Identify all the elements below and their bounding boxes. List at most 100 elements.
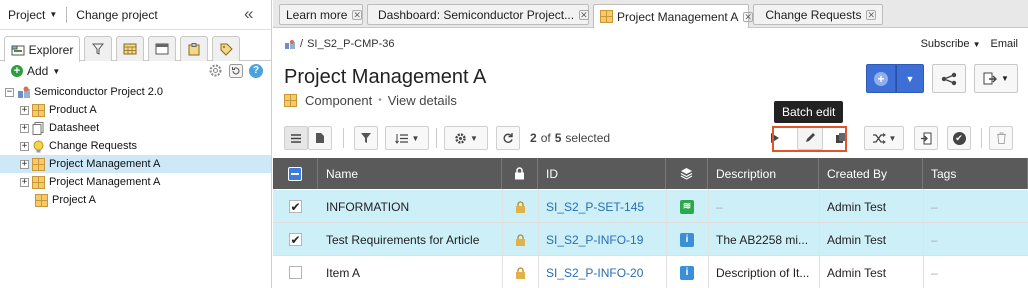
- info-type-icon: i: [680, 232, 694, 247]
- settings-icon[interactable]: [208, 63, 223, 78]
- tree-item-label: Project Management A: [49, 158, 161, 170]
- tab-learn-more[interactable]: Learn more ✕: [279, 4, 363, 25]
- tab-filter[interactable]: [84, 36, 112, 61]
- email-link[interactable]: Email: [990, 38, 1018, 50]
- left-tools: ?: [208, 63, 263, 78]
- selection-suffix: selected: [565, 131, 611, 145]
- filter-button[interactable]: [354, 126, 378, 150]
- tab-dashboard[interactable]: Dashboard: Semiconductor Project... ✕: [367, 4, 589, 25]
- selection-of: of: [540, 131, 551, 145]
- tab-project-management[interactable]: Project Management A ✕: [593, 4, 753, 28]
- expand-toggle-icon[interactable]: +: [20, 141, 29, 151]
- expand-toggle-icon[interactable]: +: [20, 177, 29, 187]
- delete-button[interactable]: [989, 126, 1013, 150]
- tab-calendar[interactable]: [116, 36, 144, 61]
- view-details-link[interactable]: View details: [388, 93, 457, 108]
- row-checkbox[interactable]: ✔: [289, 233, 302, 247]
- tab-tags[interactable]: [212, 36, 240, 61]
- close-icon[interactable]: ✕: [866, 9, 876, 20]
- close-icon[interactable]: ✕: [579, 9, 589, 20]
- row-checkbox-cell[interactable]: ✔: [273, 223, 318, 256]
- list-view-button[interactable]: [284, 126, 308, 150]
- tree-item-selected[interactable]: + Project Management A: [0, 155, 271, 173]
- cell-name[interactable]: INFORMATION: [318, 190, 502, 223]
- relationship-icon: [941, 72, 957, 85]
- column-header-type[interactable]: [666, 158, 708, 189]
- component-icon: [32, 157, 45, 171]
- expand-toggle-icon[interactable]: +: [20, 123, 29, 133]
- add-button[interactable]: +: [866, 64, 896, 93]
- explorer-icon: [11, 45, 25, 55]
- close-icon[interactable]: ✕: [352, 9, 362, 20]
- column-divider: [502, 189, 503, 288]
- collapse-toggle-icon[interactable]: −: [5, 87, 14, 97]
- project-menu[interactable]: Project ▼: [8, 8, 57, 22]
- cell-id[interactable]: SI_S2_P-INFO-20: [538, 256, 666, 288]
- relationships-button[interactable]: [932, 64, 966, 93]
- refresh-button[interactable]: [496, 126, 520, 150]
- component-icon: [284, 94, 297, 107]
- tree-item[interactable]: − Semiconductor Project 2.0: [0, 83, 271, 101]
- subscribe-label: Subscribe: [920, 38, 970, 50]
- tree-item[interactable]: + Change Requests: [0, 137, 271, 155]
- import-button[interactable]: [914, 126, 938, 150]
- select-all-checkbox-cell[interactable]: [273, 158, 318, 189]
- breadcrumb-separator: /: [300, 38, 304, 50]
- cell-name[interactable]: Item A: [318, 256, 502, 288]
- row-checkbox-cell[interactable]: [273, 256, 318, 288]
- subscribe-menu[interactable]: Subscribe ▼: [921, 38, 981, 50]
- move-button[interactable]: ▼: [864, 126, 904, 150]
- cell-id[interactable]: SI_S2_P-INFO-19: [538, 223, 666, 256]
- change-project-link[interactable]: Change project: [76, 8, 157, 22]
- close-icon[interactable]: ✕: [743, 11, 753, 22]
- tree-item[interactable]: + Datasheet: [0, 119, 271, 137]
- clipboard-icon: [188, 42, 200, 55]
- approve-button[interactable]: ✔: [947, 126, 971, 150]
- expand-toggle-icon[interactable]: +: [20, 159, 29, 169]
- chevron-down-icon: ▼: [49, 10, 58, 19]
- column-header-name[interactable]: Name: [318, 158, 502, 189]
- column-header-id[interactable]: ID: [538, 158, 666, 189]
- refresh-icon: [503, 133, 513, 143]
- divider: [343, 128, 344, 148]
- select-all-checkbox[interactable]: [288, 166, 302, 181]
- document-view-button[interactable]: [308, 126, 332, 150]
- help-icon[interactable]: ?: [249, 63, 263, 78]
- settings-button[interactable]: ▼: [444, 126, 488, 150]
- cell-id[interactable]: SI_S2_P-SET-145: [538, 190, 666, 223]
- collapse-panel-icon[interactable]: «: [244, 4, 254, 24]
- table-row[interactable]: ✔ Test Requirements for Article SI_S2_P-…: [273, 223, 1028, 256]
- divider: [981, 128, 982, 148]
- column-header-created-by[interactable]: Created By: [819, 158, 923, 189]
- tree-item[interactable]: + Project Management A: [0, 173, 271, 191]
- expand-toggle-icon[interactable]: +: [20, 105, 29, 115]
- tab-window[interactable]: [148, 36, 176, 61]
- row-checkbox[interactable]: [289, 266, 302, 279]
- column-header-lock[interactable]: [502, 158, 538, 189]
- breadcrumb: / SI_S2_P-CMP-36: [284, 38, 395, 50]
- refresh-icon[interactable]: [229, 63, 243, 78]
- tree-item[interactable]: + Product A: [0, 101, 271, 119]
- shuffle-icon: [872, 132, 886, 144]
- cell-name[interactable]: Test Requirements for Article: [318, 223, 502, 256]
- tab-clipboard[interactable]: [180, 36, 208, 61]
- table-row[interactable]: ✔ INFORMATION SI_S2_P-SET-145 ≋ – Admin …: [273, 190, 1028, 223]
- breadcrumb-item[interactable]: SI_S2_P-CMP-36: [307, 38, 394, 50]
- add-dropdown-button[interactable]: ▼: [896, 64, 924, 93]
- column-header-description[interactable]: Description: [708, 158, 819, 189]
- tab-explorer[interactable]: Explorer: [4, 36, 80, 62]
- project-menu-label: Project: [8, 7, 46, 22]
- item-type-label: Component: [305, 93, 373, 108]
- table-row[interactable]: Item A SI_S2_P-INFO-20 i Description of …: [273, 256, 1028, 288]
- document-icon: [32, 121, 44, 135]
- add-button[interactable]: + Add ▼: [11, 64, 60, 78]
- main-content: / SI_S2_P-CMP-36 Subscribe ▼ Email Proje…: [273, 28, 1028, 288]
- tab-change-requests[interactable]: Change Requests ✕: [753, 4, 883, 25]
- sort-button[interactable]: ▼: [385, 126, 429, 150]
- list-icon: [291, 133, 301, 143]
- export-button[interactable]: ▼: [974, 64, 1018, 93]
- column-header-tags[interactable]: Tags: [923, 158, 1028, 189]
- tree-item[interactable]: Project A: [0, 191, 271, 209]
- row-checkbox-cell[interactable]: ✔: [273, 190, 318, 223]
- row-checkbox[interactable]: ✔: [289, 200, 302, 214]
